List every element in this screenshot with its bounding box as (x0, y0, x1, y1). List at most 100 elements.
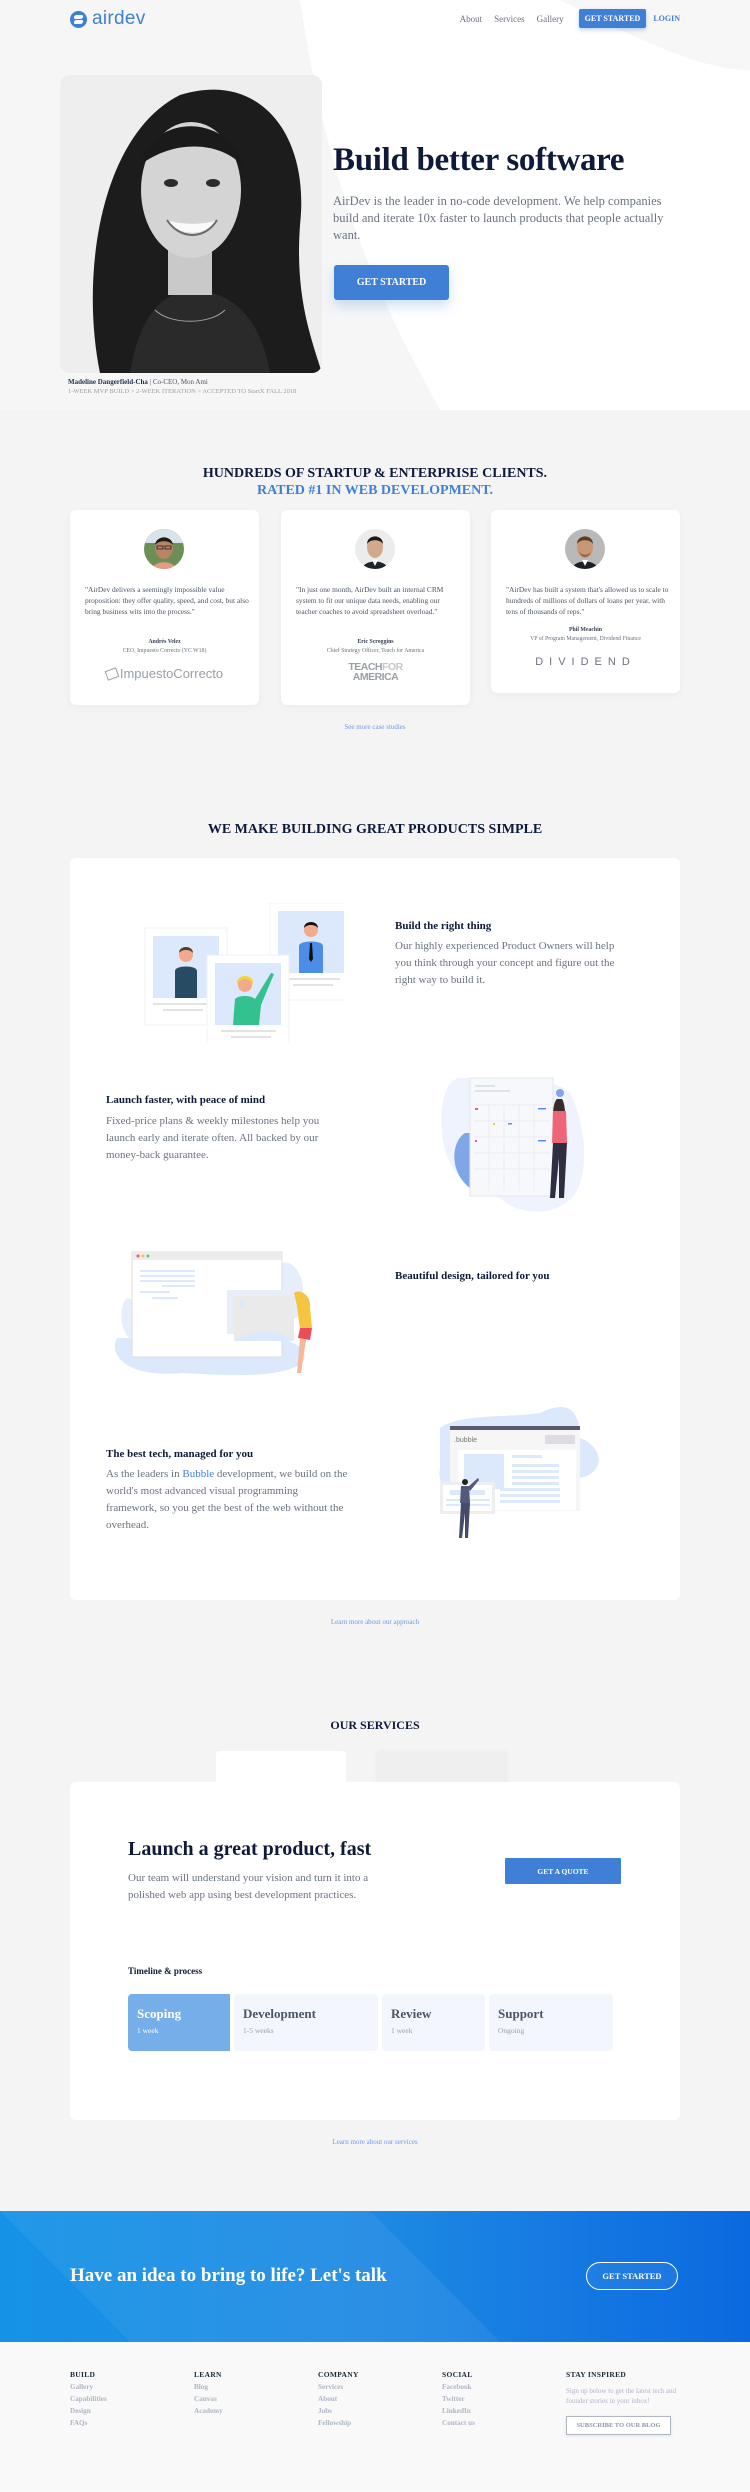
features-card: Build the right thing Our highly experie… (70, 858, 680, 1600)
testimonial-quote: "AirDev delivers a seemingly impossible … (85, 585, 249, 616)
footer-link-linkedin[interactable]: LinkedIn (442, 2407, 475, 2415)
bubble-logo-text: .bubble (454, 1437, 477, 1444)
avatar (144, 529, 184, 569)
testimonial-card: "In just one month, AirDev built an inte… (281, 510, 470, 705)
footer-heading: LEARN (194, 2370, 222, 2379)
testimonial-author-role: Chief Strategy Officer, Teach for Americ… (326, 648, 425, 654)
airdev-logo[interactable]: airdev (70, 8, 146, 30)
footer-link-facebook[interactable]: Facebook (442, 2383, 475, 2391)
timeline-step-duration: 1 week (391, 2026, 413, 2035)
footer-heading: BUILD (70, 2370, 96, 2379)
footer-link-blog[interactable]: Blog (194, 2383, 223, 2391)
nav-link-about[interactable]: About (460, 14, 483, 24)
learn-more-services-link[interactable]: Learn more about our services (0, 2138, 750, 2146)
learn-more-approach-link[interactable]: Learn more about our approach (0, 1618, 750, 1626)
footer-newsletter-text: Sign up below to get the latest tech and… (566, 2387, 677, 2405)
hero-portrait-photo (60, 75, 322, 373)
testimonial-author: Phil Meachin (568, 627, 602, 633)
cta-get-started-button[interactable]: GET STARTED (586, 2262, 678, 2290)
footer-link-jobs[interactable]: Jobs (318, 2407, 359, 2415)
clients-heading: HUNDREDS OF STARTUP & ENTERPRISE CLIENTS… (0, 465, 750, 499)
footer-column-build: BUILD Gallery Capabilities Design FAQs (70, 2370, 107, 2427)
top-nav: airdev About Services Gallery GET STARTE… (0, 0, 750, 38)
clients-heading-line2: RATED #1 IN WEB DEVELOPMENT. (256, 483, 494, 498)
calendar-illustration (441, 1077, 585, 1212)
cta-banner: Have an idea to bring to life? Let's tal… (0, 2211, 750, 2342)
timeline-step-name: Development (243, 2006, 316, 2021)
feature-body: As the leaders in Bubble development, we… (106, 1466, 351, 1534)
timeline-step-duration: 1 week (137, 2026, 159, 2035)
feature-heading: Build the right thing (395, 920, 492, 932)
logo-text: airdev (92, 8, 146, 29)
footer-link-about[interactable]: About (318, 2395, 359, 2403)
teach-for-america-logo: TEACHFOR AMERICA (281, 662, 470, 683)
nav-link-gallery[interactable]: Gallery (537, 14, 564, 24)
footer-column-learn: LEARN Blog Canvas Academy (194, 2370, 223, 2415)
footer-column-company: COMPANY Services About Jobs Fellowship (318, 2370, 359, 2427)
timeline-step-review[interactable]: Review 1 week (382, 1994, 485, 2051)
hero-subtitle: AirDev is the leader in no-code developm… (333, 194, 664, 242)
avatar (355, 529, 395, 569)
timeline-step-name: Support (498, 2006, 544, 2021)
timeline-step-duration: 1-5 weeks (243, 2026, 274, 2035)
caption-name: Madeline Dangerfield-Cha (68, 378, 148, 386)
product-owners-illustration (144, 903, 345, 1043)
testimonial-quote: "AirDev has built a system that's allowe… (506, 585, 669, 616)
footer-link-academy[interactable]: Academy (194, 2407, 223, 2415)
timeline-step-support[interactable]: Support Ongoing (489, 1994, 613, 2051)
subscribe-blog-button[interactable]: SUBSCRIBE TO OUR BLOG (566, 2416, 671, 2435)
hero-get-started-button[interactable]: GET STARTED (334, 265, 449, 300)
footer-link-capabilities[interactable]: Capabilities (70, 2395, 107, 2403)
footer-link-design[interactable]: Design (70, 2407, 107, 2415)
footer-link-services[interactable]: Services (318, 2383, 359, 2391)
footer-column-social: SOCIAL Facebook Twitter LinkedIn Contact… (442, 2370, 475, 2427)
timeline-step-name: Review (391, 2006, 432, 2021)
testimonial-author: Andrés Velez (148, 639, 181, 645)
nav-login-link[interactable]: LOGIN (653, 14, 680, 23)
testimonial-author-role: CEO, Impuesto Correcto (YC W18) (122, 648, 207, 654)
feature-body: Our highly experienced Product Owners wi… (395, 940, 615, 986)
caption-role: Co-CEO, Mon Ami (152, 378, 208, 386)
timeline-step-scoping[interactable]: Scoping 1 week (128, 1994, 230, 2051)
get-a-quote-button[interactable]: GET A QUOTE (505, 1858, 621, 1884)
airdev-logo-icon (70, 10, 87, 28)
avatar (565, 529, 605, 569)
impuesto-logo-icon (104, 667, 120, 681)
footer-heading: STAY INSPIRED (566, 2370, 627, 2379)
timeline-label: Timeline & process (128, 1966, 203, 1976)
see-more-case-studies-link[interactable]: See more case studies (0, 723, 750, 731)
portrait-illustration (60, 75, 322, 373)
clients-heading-line1: HUNDREDS OF STARTUP & ENTERPRISE CLIENTS… (202, 466, 548, 481)
impuesto-logo-text: ImpuestoCorrecto (119, 666, 224, 681)
footer-heading: SOCIAL (442, 2370, 473, 2379)
footer-link-canvas[interactable]: Canvas (194, 2395, 223, 2403)
footer-link-twitter[interactable]: Twitter (442, 2395, 475, 2403)
footer-link-contact[interactable]: Contact us (442, 2419, 475, 2427)
footer-link-faqs[interactable]: FAQs (70, 2419, 107, 2427)
testimonial-author-role: VP of Program Management, Dividend Finan… (530, 636, 641, 642)
nav-get-started-button[interactable]: GET STARTED (578, 9, 647, 28)
cta-heading: Have an idea to bring to life? Let's tal… (70, 2265, 387, 2286)
timeline: Scoping 1 week Development 1-5 weeks Rev… (128, 1994, 613, 2051)
bubble-platform-illustration: .bubble (439, 1407, 599, 1538)
service-card: Launch a great product, fast Our team wi… (70, 1782, 680, 2120)
bubble-link[interactable]: Bubble (182, 1468, 214, 1480)
footer-link-fellowship[interactable]: Fellowship (318, 2419, 359, 2427)
feature-body: Fixed-price plans & weekly milestones he… (106, 1115, 320, 1161)
impuesto-correcto-logo: ImpuestoCorrecto (70, 666, 259, 681)
service-title: Launch a great product, fast (128, 1838, 372, 1860)
nav-links: About Services Gallery GET STARTED LOGIN (448, 9, 680, 28)
footer: BUILD Gallery Capabilities Design FAQs L… (0, 2342, 750, 2492)
simple-section-heading: WE MAKE BUILDING GREAT PRODUCTS SIMPLE (207, 822, 543, 837)
feature-heading: Launch faster, with peace of mind (106, 1094, 266, 1106)
footer-link-gallery[interactable]: Gallery (70, 2383, 107, 2391)
testimonial-author: Eric Scroggins (357, 639, 394, 645)
testimonial-card: "AirDev delivers a seemingly impossible … (70, 510, 259, 705)
feature-heading: The best tech, managed for you (106, 1448, 254, 1460)
feature-body-text: As the leaders in (106, 1468, 183, 1480)
timeline-step-name: Scoping (137, 2006, 182, 2021)
nav-link-services[interactable]: Services (494, 14, 525, 24)
timeline-step-development[interactable]: Development 1-5 weeks (234, 1994, 378, 2051)
timeline-step-duration: Ongoing (498, 2026, 525, 2035)
design-illustration (114, 1251, 312, 1376)
